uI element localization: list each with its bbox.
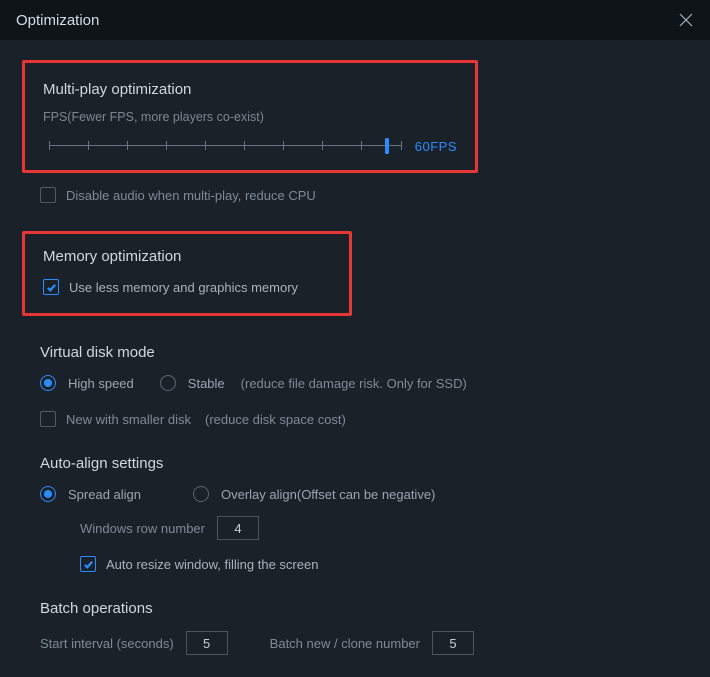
multi-play-title: Multi-play optimization (43, 81, 457, 98)
batch-title: Batch operations (40, 600, 688, 617)
start-interval-input[interactable] (186, 631, 228, 655)
smaller-disk-row[interactable]: New with smaller disk (reduce disk space… (40, 411, 688, 427)
disable-audio-label: Disable audio when multi-play, reduce CP… (66, 188, 316, 203)
use-less-memory-checkbox[interactable] (43, 279, 59, 295)
high-speed-label: High speed (68, 376, 134, 391)
fps-value: 60FPS (415, 139, 457, 154)
disable-audio-checkbox[interactable] (40, 187, 56, 203)
row-number-label: Windows row number (80, 521, 205, 536)
slider-thumb[interactable] (385, 138, 389, 154)
overlay-align-radio[interactable] (193, 486, 209, 502)
stable-radio[interactable] (160, 375, 176, 391)
spread-align-label: Spread align (68, 487, 141, 502)
use-less-memory-row[interactable]: Use less memory and graphics memory (43, 279, 331, 295)
smaller-disk-label: New with smaller disk (66, 412, 191, 427)
fps-slider[interactable] (49, 136, 401, 156)
close-icon[interactable] (678, 12, 694, 28)
auto-align-section: Auto-align settings Spread align Overlay… (40, 455, 688, 572)
clone-number-input[interactable] (432, 631, 474, 655)
overlay-align-label: Overlay align(Offset can be negative) (221, 487, 435, 502)
multi-play-section: Multi-play optimization FPS(Fewer FPS, m… (22, 60, 478, 173)
row-number-input[interactable] (217, 516, 259, 540)
auto-align-title: Auto-align settings (40, 455, 688, 472)
stable-label: Stable (188, 376, 225, 391)
smaller-disk-checkbox[interactable] (40, 411, 56, 427)
high-speed-radio[interactable] (40, 375, 56, 391)
window-title: Optimization (16, 12, 99, 29)
virtual-disk-title: Virtual disk mode (40, 344, 688, 361)
fps-description: FPS(Fewer FPS, more players co-exist) (43, 110, 457, 124)
smaller-disk-hint: (reduce disk space cost) (205, 412, 346, 427)
stable-hint: (reduce file damage risk. Only for SSD) (241, 376, 467, 391)
use-less-memory-label: Use less memory and graphics memory (69, 280, 298, 295)
start-interval-label: Start interval (seconds) (40, 636, 174, 651)
auto-resize-row[interactable]: Auto resize window, filling the screen (80, 556, 688, 572)
spread-align-radio[interactable] (40, 486, 56, 502)
clone-number-label: Batch new / clone number (270, 636, 420, 651)
virtual-disk-section: Virtual disk mode High speed Stable (red… (40, 344, 688, 427)
memory-title: Memory optimization (43, 248, 331, 265)
slider-track (49, 145, 401, 146)
batch-section: Batch operations Start interval (seconds… (40, 600, 688, 655)
auto-resize-checkbox[interactable] (80, 556, 96, 572)
auto-resize-label: Auto resize window, filling the screen (106, 557, 318, 572)
titlebar: Optimization (0, 0, 710, 40)
disable-audio-row[interactable]: Disable audio when multi-play, reduce CP… (40, 187, 688, 203)
memory-section: Memory optimization Use less memory and … (22, 231, 352, 316)
